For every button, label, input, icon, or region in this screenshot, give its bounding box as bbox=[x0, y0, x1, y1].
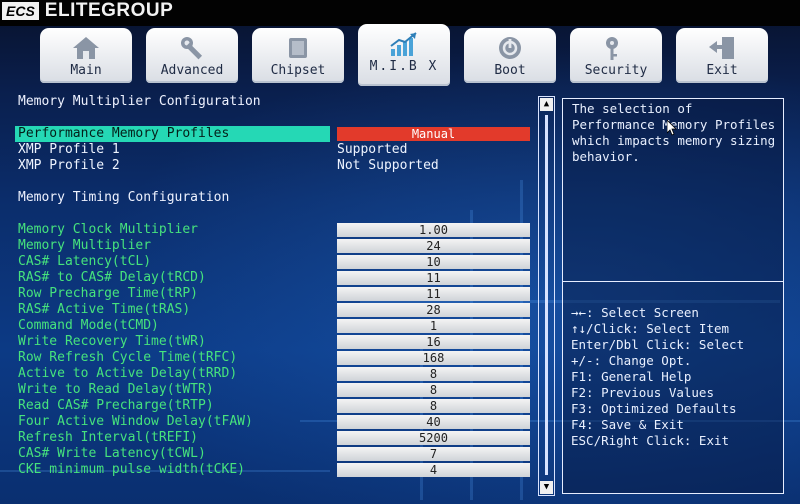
tab-label: M.I.B X bbox=[369, 59, 439, 74]
timing-label[interactable]: CAS# Latency(tCL) bbox=[18, 254, 151, 270]
timing-value[interactable]: 10 bbox=[337, 255, 530, 269]
timing-label[interactable]: Active to Active Delay(tRRD) bbox=[18, 366, 237, 382]
timing-label[interactable]: Row Refresh Cycle Time(tRFC) bbox=[18, 350, 237, 366]
timing-label[interactable]: RAS# Active Time(tRAS) bbox=[18, 302, 190, 318]
scroll-down-arrow-icon[interactable]: ▼ bbox=[540, 481, 553, 494]
timing-value[interactable]: 8 bbox=[337, 383, 530, 397]
key-legend: →←: Select Screen ↑↓/Click: Select Item … bbox=[571, 305, 781, 449]
mouse-pointer-icon bbox=[667, 120, 677, 136]
timing-label[interactable]: Row Precharge Time(tRP) bbox=[18, 286, 198, 302]
timing-label[interactable]: Four Active Window Delay(tFAW) bbox=[18, 414, 253, 430]
tab-exit[interactable]: Exit bbox=[676, 28, 768, 83]
section-header-timing: Memory Timing Configuration bbox=[18, 190, 230, 205]
tab-label: Chipset bbox=[270, 63, 326, 78]
exit-door-icon bbox=[709, 37, 734, 59]
timing-value[interactable]: 7 bbox=[337, 447, 530, 461]
scroll-thumb[interactable] bbox=[541, 115, 552, 475]
key-hint: +/-: Change Opt. bbox=[571, 353, 692, 368]
timing-value[interactable]: 40 bbox=[337, 415, 530, 429]
timing-value[interactable]: 4 bbox=[337, 463, 530, 477]
timing-label[interactable]: CKE minimum pulse width(tCKE) bbox=[18, 462, 245, 478]
brand-logo: ECS bbox=[2, 2, 39, 20]
timing-value[interactable]: 11 bbox=[337, 271, 530, 285]
help-divider bbox=[563, 281, 783, 282]
tab-label: Advanced bbox=[160, 63, 224, 78]
key-hint: →←: Select Screen bbox=[571, 305, 699, 320]
timing-label[interactable]: Refresh Interval(tREFI) bbox=[18, 430, 198, 446]
tab-label: Boot bbox=[494, 63, 526, 78]
tab-mibx[interactable]: M.I.B X bbox=[358, 24, 450, 86]
power-icon bbox=[499, 37, 521, 59]
help-panel: The selection of Performance Memory Prof… bbox=[562, 98, 784, 494]
key-hint: Enter/Dbl Click: Select bbox=[571, 337, 745, 352]
growth-chart-icon bbox=[390, 32, 417, 56]
key-hint: ↑↓/Click: Select Item bbox=[571, 321, 730, 336]
tab-label: Exit bbox=[706, 63, 738, 78]
house-icon bbox=[73, 37, 99, 59]
timing-value[interactable]: 5200 bbox=[337, 431, 530, 445]
brand-name: ELITEGROUP bbox=[44, 0, 174, 21]
settings-panel: Memory Multiplier Configuration Performa… bbox=[15, 94, 535, 498]
profile-value-xmp2: Not Supported bbox=[337, 158, 439, 173]
key-hint: F4: Save & Exit bbox=[571, 417, 684, 432]
profile-label-performance[interactable]: Performance Memory Profiles bbox=[18, 126, 229, 142]
wrench-icon bbox=[181, 37, 203, 60]
tab-bar: Main Advanced Chipset M.I.B X Boot Secur… bbox=[0, 20, 800, 90]
key-hint: F2: Previous Values bbox=[571, 385, 714, 400]
tab-boot[interactable]: Boot bbox=[464, 28, 556, 83]
brand: ECS ELITEGROUP bbox=[0, 0, 173, 22]
tab-label: Main bbox=[70, 63, 102, 78]
section-header-multiplier: Memory Multiplier Configuration bbox=[18, 94, 261, 109]
scroll-up-arrow-icon[interactable]: ▲ bbox=[540, 98, 553, 111]
scrollbar[interactable]: ▲ ▼ bbox=[538, 96, 555, 496]
tab-advanced[interactable]: Advanced bbox=[146, 28, 238, 83]
timing-value[interactable]: 8 bbox=[337, 367, 530, 381]
timing-label[interactable]: Read CAS# Precharge(tRTP) bbox=[18, 398, 214, 414]
timing-value[interactable]: 24 bbox=[337, 239, 530, 253]
key-hint: F1: General Help bbox=[571, 369, 692, 384]
timing-label[interactable]: Write to Read Delay(tWTR) bbox=[18, 382, 214, 398]
timing-label[interactable]: Memory Multiplier bbox=[18, 238, 151, 254]
timing-label[interactable]: Command Mode(tCMD) bbox=[18, 318, 159, 334]
timing-label[interactable]: RAS# to CAS# Delay(tRCD) bbox=[18, 270, 206, 286]
timing-value[interactable]: 11 bbox=[337, 287, 530, 301]
timing-label[interactable]: Write Recovery Time(tWR) bbox=[18, 334, 206, 350]
timing-value[interactable]: 16 bbox=[337, 335, 530, 349]
chip-icon bbox=[289, 38, 307, 58]
timing-value[interactable]: 28 bbox=[337, 303, 530, 317]
bios-screen: ECS ELITEGROUP Main Advanced Chipset M.I… bbox=[0, 0, 800, 504]
key-hint: F3: Optimized Defaults bbox=[571, 401, 737, 416]
timing-label[interactable]: Memory Clock Multiplier bbox=[18, 222, 198, 238]
profile-value-performance[interactable]: Manual bbox=[337, 127, 530, 141]
profile-value-xmp1: Supported bbox=[337, 142, 408, 157]
tab-security[interactable]: Security bbox=[570, 28, 662, 83]
timing-label[interactable]: CAS# Write Latency(tCWL) bbox=[18, 446, 206, 462]
tab-main[interactable]: Main bbox=[40, 28, 132, 83]
key-hint: ESC/Right Click: Exit bbox=[571, 433, 730, 448]
key-icon bbox=[606, 37, 618, 60]
timing-value[interactable]: 1.00 bbox=[337, 223, 530, 237]
timing-value[interactable]: 1 bbox=[337, 319, 530, 333]
timing-value[interactable]: 8 bbox=[337, 399, 530, 413]
profile-label-xmp1[interactable]: XMP Profile 1 bbox=[18, 142, 120, 158]
profile-label-xmp2[interactable]: XMP Profile 2 bbox=[18, 158, 120, 174]
tab-label: Security bbox=[584, 63, 648, 78]
tab-chipset[interactable]: Chipset bbox=[252, 28, 344, 83]
timing-value[interactable]: 168 bbox=[337, 351, 530, 365]
